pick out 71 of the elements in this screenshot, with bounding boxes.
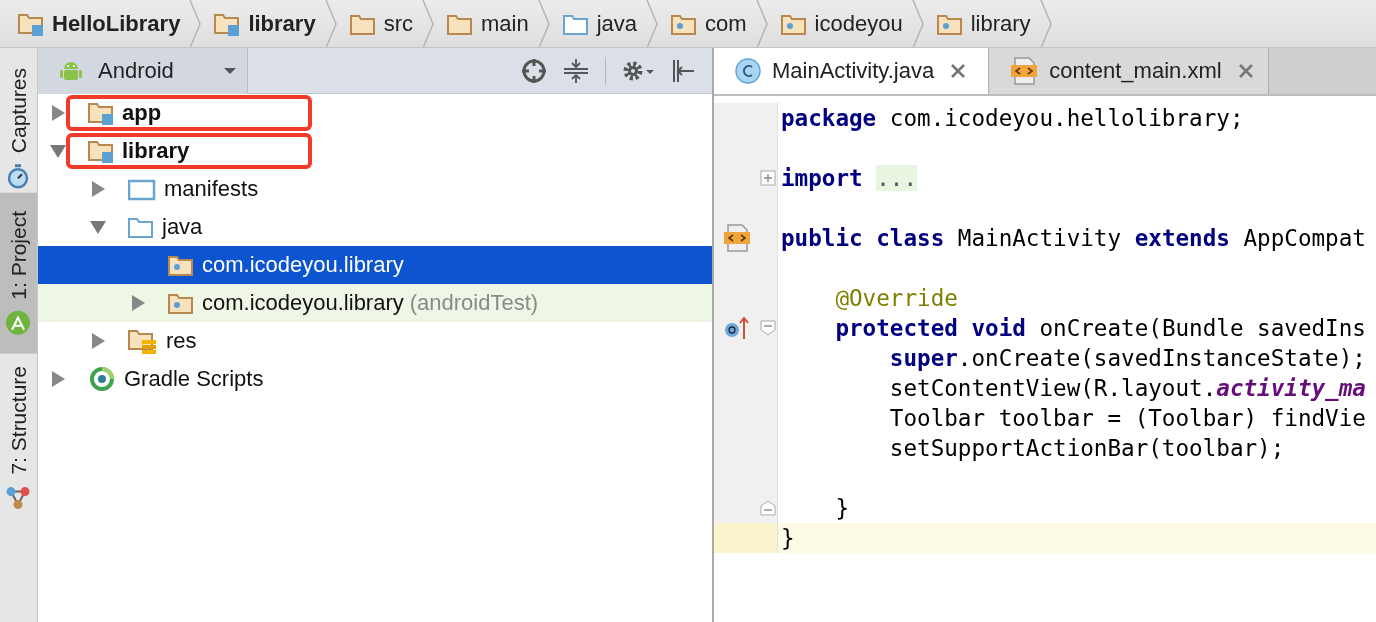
- code-line: }: [781, 525, 795, 551]
- breadcrumb-item[interactable]: library: [210, 6, 324, 41]
- tool-window-tab[interactable]: 1: Project: [0, 193, 37, 354]
- locate-icon: [521, 57, 547, 84]
- tree-label-suffix: (androidTest): [409, 290, 539, 316]
- tree-item[interactable]: res: [38, 322, 712, 360]
- chevron-icon: [754, 0, 769, 47]
- tree-item[interactable]: java: [38, 208, 712, 246]
- xml-file-icon: [1009, 56, 1040, 86]
- caret-icon: [223, 66, 237, 75]
- tree-label: manifests: [164, 176, 259, 202]
- chevron-icon: [645, 0, 659, 47]
- fold-end-icon: [760, 500, 777, 516]
- expand-fold-icon: [760, 170, 777, 186]
- close-icon: [1237, 63, 1254, 79]
- chevron-icon: [1038, 0, 1053, 47]
- editor-tab[interactable]: MainActivity.java: [714, 48, 990, 94]
- code-line: super.onCreate(savedInstanceState);: [888, 345, 1366, 371]
- structure-icon: [5, 484, 32, 511]
- gradle-icon: [88, 365, 116, 393]
- breadcrumb-item[interactable]: library: [932, 6, 1039, 41]
- tree-item[interactable]: app: [38, 94, 712, 132]
- breadcrumb-item[interactable]: main: [442, 6, 537, 41]
- code-line: package com.icodeyou.hellolibrary;: [781, 105, 1244, 131]
- breadcrumb-item[interactable]: icodeyou: [776, 6, 911, 41]
- close-icon: [950, 63, 967, 79]
- tree-label: res: [166, 328, 197, 354]
- code-line: @Override: [834, 285, 958, 311]
- chevron-icon: [536, 0, 551, 47]
- code-line: protected void onCreate(Bundle savedIns: [834, 315, 1366, 341]
- tool-window-tab[interactable]: Captures: [0, 60, 37, 194]
- code-line: }: [834, 495, 849, 521]
- package-folder-icon: [168, 253, 194, 277]
- tree-label: library: [122, 138, 190, 164]
- module-folder-icon: [88, 100, 114, 126]
- fold-start-icon: [760, 320, 777, 336]
- tree-label: com.icodeyou.library: [202, 290, 404, 316]
- chevron-icon: [910, 0, 925, 47]
- code-line: setSupportActionBar(toolbar);: [888, 435, 1285, 461]
- tree-label: com.icodeyou.library: [202, 252, 404, 278]
- resource-folder-icon: [128, 327, 158, 355]
- breadcrumb-item[interactable]: src: [345, 6, 421, 41]
- code-line: Toolbar toolbar = (Toolbar) findVie: [888, 405, 1366, 431]
- chevron-icon: [188, 0, 203, 47]
- locate-button[interactable]: [521, 57, 547, 84]
- code-line: setContentView(R.layout.activity_ma: [888, 375, 1366, 401]
- package-folder-icon: [168, 291, 194, 315]
- code-line: import ...: [781, 165, 917, 191]
- module-folder-icon: [88, 138, 114, 164]
- collapse-all-icon: [563, 57, 589, 84]
- tool-window-tab[interactable]: 7: Structure: [0, 353, 37, 523]
- editor-tab[interactable]: content_main.xml: [989, 48, 1269, 94]
- view-selector[interactable]: Android: [38, 47, 248, 94]
- breadcrumb-item[interactable]: java: [558, 6, 645, 41]
- chevron-icon: [323, 0, 338, 47]
- stopwatch-icon: [6, 163, 31, 190]
- tree-item[interactable]: manifests: [38, 170, 712, 208]
- tree-item[interactable]: library: [38, 132, 712, 170]
- code-line: public class MainActivity extends AppCompat: [781, 225, 1366, 251]
- tree-label: Gradle Scripts: [124, 366, 264, 392]
- tree-item[interactable]: com.icodeyou.library: [38, 246, 712, 284]
- breadcrumb-item[interactable]: com: [667, 6, 755, 41]
- tree-item[interactable]: Gradle Scripts: [38, 360, 712, 398]
- collapse-all-button[interactable]: [563, 57, 589, 84]
- tree-item[interactable]: com.icodeyou.library (androidTest): [38, 284, 712, 322]
- tree-label: app: [122, 100, 162, 126]
- class-icon: [734, 57, 762, 85]
- breadcrumb-item[interactable]: HelloLibrary: [14, 6, 189, 41]
- android-icon: [5, 309, 32, 336]
- tree-label: java: [162, 214, 203, 240]
- chevron-icon: [420, 0, 435, 47]
